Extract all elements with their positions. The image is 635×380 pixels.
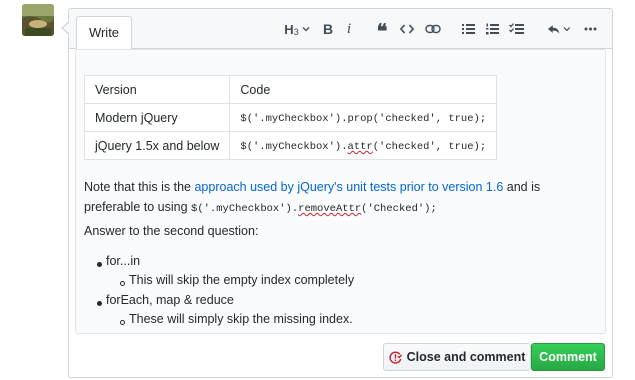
heading-sub: 3	[293, 26, 299, 37]
bold-icon[interactable]: B	[321, 21, 335, 37]
close-and-comment-button[interactable]: Close and comment	[383, 343, 531, 371]
spellcheck-word: removeAttr	[298, 203, 362, 215]
code-part: ('checked', true);	[372, 141, 487, 153]
code-snippet: $('.myCheckbox').prop('checked', true);	[240, 113, 487, 125]
table-cell-code: $('.myCheckbox').attr('checked', true);	[229, 131, 498, 160]
more-icon[interactable]	[583, 21, 597, 37]
code-icon[interactable]	[399, 21, 415, 37]
tab-write[interactable]: Write	[76, 16, 132, 50]
jquery-tests-link[interactable]: approach used by jQuery's unit tests pri…	[194, 180, 503, 194]
heading-icon[interactable]: H3	[283, 21, 311, 37]
reply-icon[interactable]	[547, 21, 571, 37]
chevron-down-icon	[563, 27, 571, 32]
link-icon[interactable]	[424, 21, 442, 37]
paragraph-answer: Answer to the second question:	[84, 224, 259, 238]
comment-form: Write H3 B i ❝ Version Code Modern jQuer…	[61, 8, 613, 378]
paragraph-text: Note that this is the	[84, 180, 195, 194]
paragraph-note: Note that this is the approach used by j…	[84, 177, 599, 219]
code-part: $('.myCheckbox').	[191, 203, 299, 215]
comment-form-header: Write H3 B i ❝	[69, 9, 612, 50]
comment-button[interactable]: Comment	[531, 343, 605, 371]
spellcheck-word: attr	[347, 141, 373, 153]
close-and-comment-label: Close and comment	[406, 350, 526, 364]
bulleted-list-icon[interactable]	[461, 21, 475, 37]
sub-list-item: These will simply skip the missing index…	[129, 312, 353, 326]
bullet-dot	[97, 262, 102, 267]
task-list-icon[interactable]	[508, 21, 524, 37]
italic-icon[interactable]: i	[342, 21, 356, 37]
comparison-table: Version Code Modern jQuery $('.myCheckbo…	[83, 75, 498, 160]
heading-label: H	[284, 21, 294, 37]
table-cell-version: jQuery 1.5x and below	[83, 131, 231, 160]
sub-bullet-circle	[120, 281, 125, 286]
inline-code: $('.myCheckbox').removeAttr('Checked');	[191, 203, 437, 215]
table-header-cell: Version	[83, 75, 231, 104]
table-cell-code: $('.myCheckbox').prop('checked', true);	[229, 103, 498, 132]
table-header-cell: Code	[229, 75, 498, 104]
code-snippet: $('.myCheckbox').attr('checked', true);	[240, 141, 486, 153]
chevron-down-icon	[302, 27, 310, 32]
sub-bullet-circle	[120, 320, 125, 325]
quote-icon[interactable]: ❝	[374, 21, 390, 42]
table-row: jQuery 1.5x and below $('.myCheckbox').a…	[83, 131, 498, 160]
code-part: $('.myCheckbox').	[240, 141, 348, 153]
issue-closed-icon	[388, 351, 402, 364]
table-row: Modern jQuery $('.myCheckbox').prop('che…	[83, 103, 498, 132]
avatar[interactable]	[22, 4, 54, 36]
sub-list-item: This will skip the empty index completel…	[129, 273, 355, 287]
comment-editor[interactable]: Version Code Modern jQuery $('.myCheckbo…	[75, 49, 606, 334]
list-item: for...in	[106, 254, 141, 268]
list-item: forEach, map & reduce	[106, 293, 234, 307]
code-part: ('Checked');	[361, 203, 437, 215]
numbered-list-icon[interactable]	[485, 21, 499, 37]
table-cell-version: Modern jQuery	[83, 103, 231, 132]
bullet-dot	[97, 301, 102, 306]
table-header-row: Version Code	[83, 75, 498, 104]
